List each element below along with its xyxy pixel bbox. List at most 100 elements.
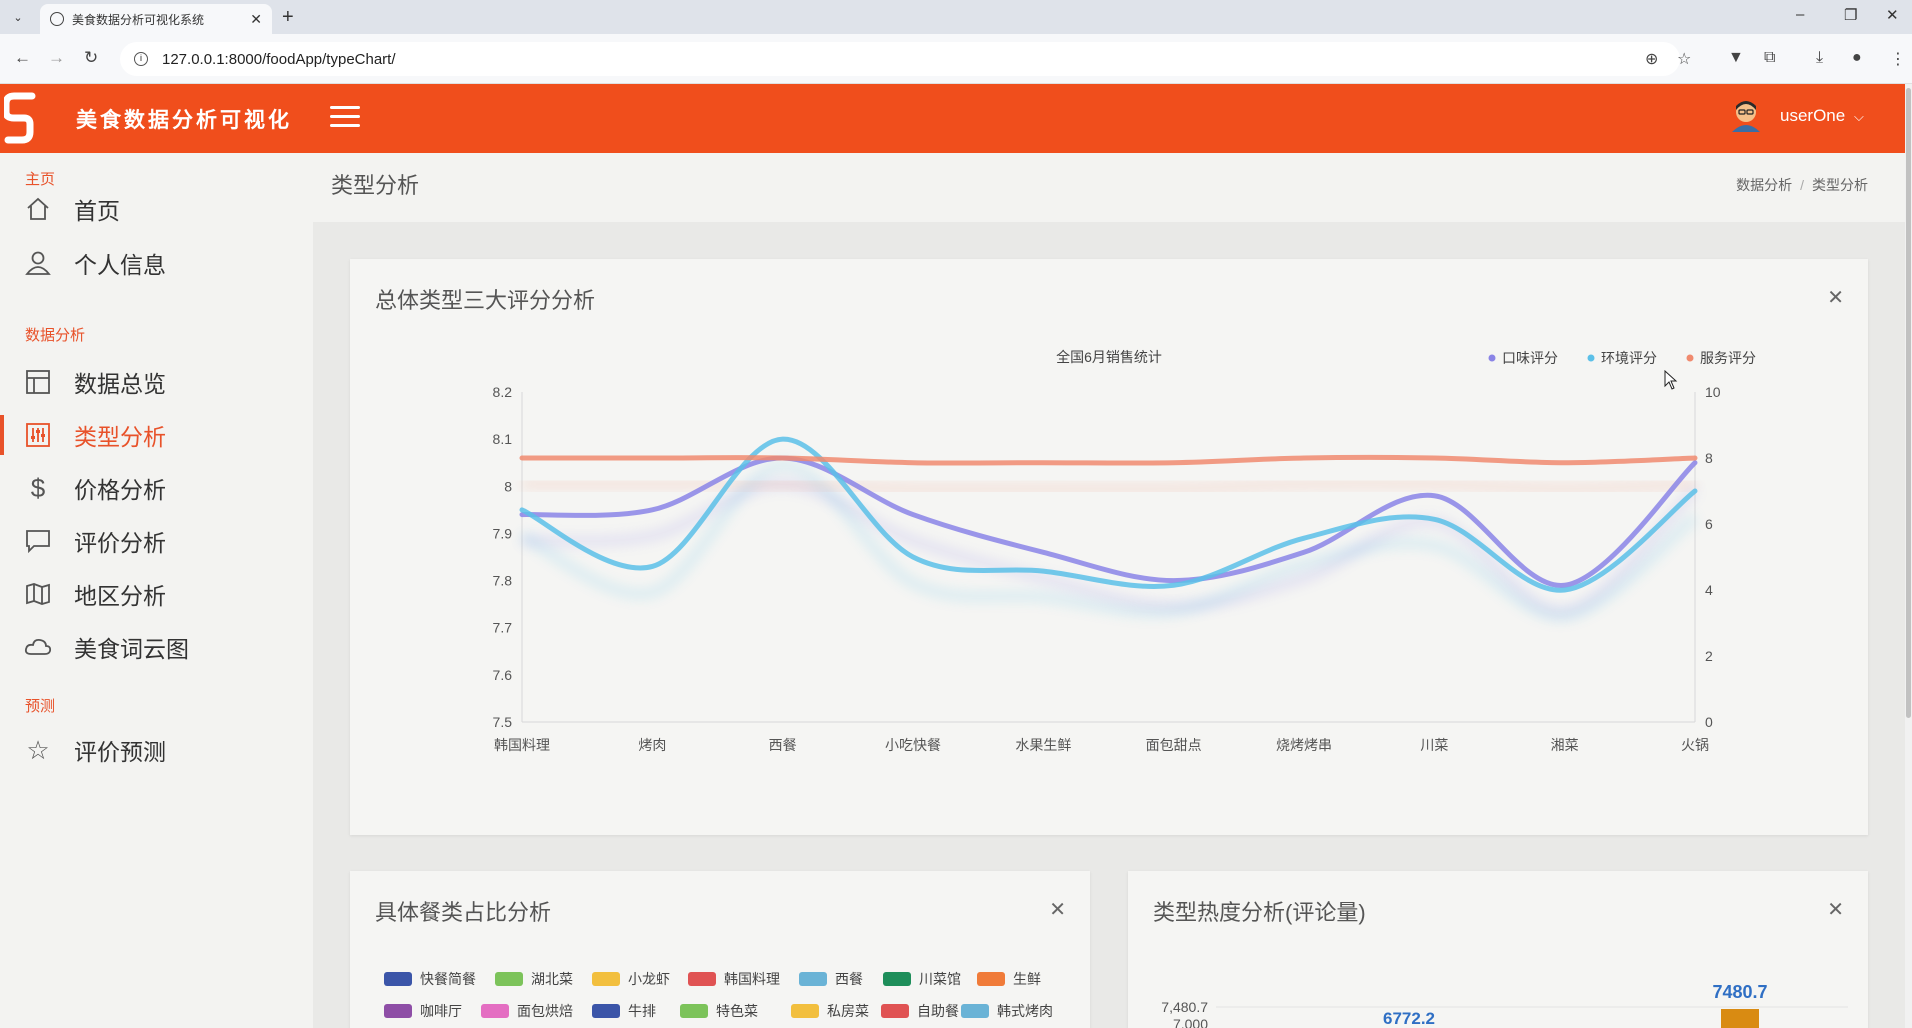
- legend-swatch: [799, 972, 827, 986]
- sidebar-item-wordcloud[interactable]: 美食词云图: [0, 621, 313, 673]
- bar-data-label: 7480.7: [1712, 982, 1767, 1002]
- legend-item[interactable]: 小龙虾: [592, 971, 670, 987]
- address-bar[interactable]: i 127.0.0.1:8000/foodApp/typeChart/: [120, 42, 1680, 76]
- legend-marker[interactable]: [1587, 354, 1595, 362]
- menu-toggle-icon[interactable]: [330, 106, 360, 133]
- y2-tick-label: 4: [1705, 582, 1713, 598]
- legend-item[interactable]: 湖北菜: [495, 971, 573, 987]
- legend-label: 快餐简餐: [420, 971, 476, 987]
- legend-item[interactable]: 快餐简餐: [384, 971, 476, 987]
- category-share-card: 具体餐类占比分析 ✕ 快餐简餐 湖北菜 小龙虾 韩国料理 西餐 川菜馆 生鲜 咖啡厅 面包烘焙 牛…: [350, 871, 1090, 1028]
- y2-tick-label: 2: [1705, 648, 1713, 664]
- page-scrollbar[interactable]: [1905, 84, 1912, 1028]
- legend-marker[interactable]: [1686, 354, 1694, 362]
- x-tick-label: 火锅: [1681, 737, 1709, 753]
- legend-item[interactable]: 韩国料理: [688, 971, 780, 987]
- legend-item[interactable]: 西餐: [799, 971, 863, 987]
- y-tick-label: 8.1: [493, 431, 513, 447]
- legend-swatch: [977, 972, 1005, 986]
- legend-item[interactable]: 牛排: [592, 1003, 656, 1019]
- new-tab-icon[interactable]: +: [282, 6, 294, 29]
- legend-label[interactable]: 环境评分: [1601, 350, 1657, 366]
- legend-label: 自助餐: [917, 1003, 959, 1019]
- brand-title[interactable]: 美食数据分析可视化: [76, 104, 292, 134]
- x-tick-label: 水果生鲜: [1015, 737, 1071, 753]
- restore-icon[interactable]: ❐: [1844, 6, 1857, 24]
- bookmark-star-icon[interactable]: ☆: [1677, 49, 1691, 69]
- download-icon[interactable]: ⤓: [1816, 49, 1823, 67]
- bar-data-label: 6772.2: [1383, 1009, 1435, 1028]
- legend-label[interactable]: 口味评分: [1502, 350, 1558, 366]
- sidebar-item-region-analysis[interactable]: 地区分析: [0, 568, 313, 620]
- sidebar: 主页 首页 个人信息 数据分析 数据总览 类型分析 $ 价格分析 评价分析 地区…: [0, 153, 313, 1028]
- sidebar-item-type-analysis[interactable]: 类型分析: [0, 409, 313, 461]
- legend-label: 韩国料理: [724, 971, 780, 987]
- close-icon[interactable]: ✕: [1049, 897, 1066, 922]
- legend-swatch: [881, 1004, 909, 1018]
- browser-tab[interactable]: 美食数据分析可视化系统 ✕: [40, 4, 272, 34]
- sidebar-item-label: 数据总览: [74, 371, 166, 397]
- legend-label[interactable]: 服务评分: [1700, 350, 1756, 366]
- sidebar-item-rating-predict[interactable]: ☆ 评价预测: [0, 724, 313, 776]
- legend-label: 牛排: [628, 1003, 656, 1019]
- sidebar-item-review-analysis[interactable]: 评价分析: [0, 515, 313, 567]
- minimize-icon[interactable]: –: [1796, 6, 1804, 23]
- type-heat-card: 类型热度分析(评论量) ✕ 7,480.7 7,000 6772.2 7480.…: [1128, 871, 1868, 1028]
- x-tick-label: 面包甜点: [1146, 737, 1202, 753]
- x-tick-label: 烧烤烤串: [1276, 737, 1332, 753]
- sidebar-item-price-analysis[interactable]: $ 价格分析: [0, 462, 313, 514]
- logo-icon[interactable]: [4, 92, 38, 144]
- legend-item[interactable]: 生鲜: [977, 971, 1041, 987]
- legend-item[interactable]: 私房菜: [791, 1003, 869, 1019]
- sidebar-item-label: 美食词云图: [74, 636, 189, 662]
- bar[interactable]: [1721, 1009, 1759, 1028]
- legend-item[interactable]: 咖啡厅: [384, 1003, 462, 1019]
- legend-swatch: [883, 972, 911, 986]
- menu-kebab-icon[interactable]: ⋮: [1890, 49, 1906, 69]
- scrollbar-thumb[interactable]: [1906, 88, 1911, 718]
- star-icon: ☆: [26, 734, 50, 765]
- sidebar-item-label: 价格分析: [74, 477, 166, 503]
- site-info-icon[interactable]: i: [134, 52, 148, 66]
- legend-label: 生鲜: [1013, 971, 1041, 987]
- sidebar-item-label: 首页: [74, 198, 120, 224]
- extension-filter-icon[interactable]: ▼: [1728, 49, 1744, 67]
- sidebar-item-profile[interactable]: 个人信息: [0, 237, 313, 289]
- y-tick-label: 8.2: [493, 384, 513, 400]
- sidebar-item-label: 个人信息: [74, 252, 166, 278]
- avatar[interactable]: [1730, 98, 1762, 132]
- y-tick-label: 7,000: [1173, 1016, 1208, 1028]
- y-tick-label: 7,480.7: [1161, 999, 1208, 1015]
- window-close-icon[interactable]: ✕: [1886, 6, 1899, 24]
- forward-icon[interactable]: →: [48, 48, 65, 68]
- extensions-icon[interactable]: ⧉: [1764, 49, 1775, 67]
- bar-chart: 7,480.7 7,000 6772.2 7480.7: [1161, 982, 1848, 1028]
- legend-label: 私房菜: [827, 1003, 869, 1019]
- sidebar-item-overview[interactable]: 数据总览: [0, 356, 313, 408]
- zoom-icon[interactable]: ⊕: [1645, 49, 1658, 69]
- series-line[interactable]: [519, 454, 1698, 466]
- legend-item[interactable]: 自助餐: [881, 1003, 959, 1019]
- reload-icon[interactable]: ↻: [84, 48, 98, 68]
- profile-icon[interactable]: ●: [1852, 49, 1862, 67]
- legend-item[interactable]: 韩式烤肉: [961, 1003, 1053, 1019]
- breadcrumb-item[interactable]: 数据分析: [1736, 177, 1792, 193]
- legend-item[interactable]: 面包烘焙: [481, 1003, 573, 1019]
- sidebar-item-label: 类型分析: [74, 424, 166, 450]
- home-icon: [24, 195, 52, 223]
- legend-swatch: [791, 1004, 819, 1018]
- y2-tick-label: 6: [1705, 516, 1713, 532]
- tab-close-icon[interactable]: ✕: [250, 11, 262, 28]
- page-title: 类型分析: [331, 173, 420, 198]
- legend-label: 小龙虾: [628, 971, 670, 987]
- legend-label: 特色菜: [716, 1003, 758, 1019]
- tab-search-icon[interactable]: ⌄: [6, 6, 30, 28]
- user-menu[interactable]: userOne ⌵: [1780, 106, 1864, 126]
- legend-item[interactable]: 川菜馆: [883, 971, 961, 987]
- legend-item[interactable]: 特色菜: [680, 1003, 758, 1019]
- sidebar-item-home[interactable]: 首页: [0, 183, 313, 235]
- legend-label: 湖北菜: [531, 971, 573, 987]
- breadcrumb-item: 类型分析: [1812, 177, 1868, 193]
- back-icon[interactable]: ←: [14, 48, 31, 68]
- legend-marker[interactable]: [1488, 354, 1496, 362]
